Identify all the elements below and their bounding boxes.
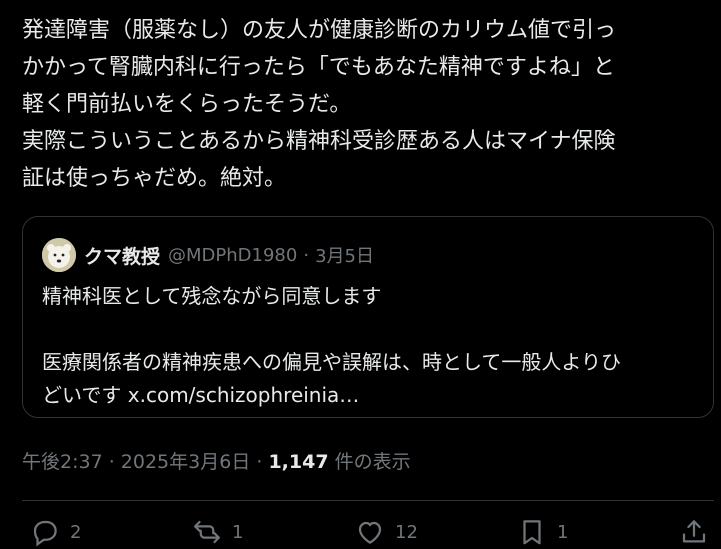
repost-icon xyxy=(194,520,220,544)
meta-separator: · xyxy=(303,244,310,266)
post-text-line: 実際こういうことあるから精神科受診歴ある人はマイナ保険 xyxy=(22,129,616,154)
repost-button[interactable]: 1 xyxy=(192,517,243,547)
views-label: 件の表示 xyxy=(328,451,411,473)
like-button[interactable]: 12 xyxy=(355,517,418,547)
views-count: 1,147 xyxy=(268,451,329,473)
share-icon xyxy=(682,520,706,543)
bookmark-count: 1 xyxy=(557,521,569,543)
post-text: 発達障害（服薬なし）の友人が健康診断のカリウム値で引っ かかって腎臓内科に行った… xyxy=(22,12,721,197)
post-time[interactable]: 午後2:37 xyxy=(22,451,103,473)
quoted-post-body: 精神科医として残念ながら同意します 医療関係者の精神疾患への偏見や誤解は、時とし… xyxy=(42,280,621,412)
post-text-line: 発達障害（服薬なし）の友人が健康診断のカリウム値で引っ xyxy=(22,18,617,43)
avatar[interactable] xyxy=(42,238,76,272)
reply-count: 2 xyxy=(70,521,82,543)
quoted-display-name[interactable]: クマ教授 xyxy=(84,242,160,269)
quoted-body-line: 医療関係者の精神疾患への偏見や誤解は、時として一般人よりひ xyxy=(42,350,621,374)
like-icon xyxy=(358,521,382,544)
post-date[interactable]: 2025年3月6日 xyxy=(121,451,251,473)
polar-bear-icon xyxy=(42,238,76,272)
quoted-body-line: どいです x.com/schizophreinia… xyxy=(42,379,621,412)
bookmark-button[interactable]: 1 xyxy=(517,517,568,547)
post-meta: 午後2:37 · 2025年3月6日 · 1,147 件の表示 xyxy=(22,447,411,474)
quoted-link[interactable]: x.com/schizophreinia… xyxy=(128,383,360,407)
divider xyxy=(22,500,714,501)
quoted-date[interactable]: 3月5日 xyxy=(315,242,374,268)
post-text-line: 証は使っちゃだめ。絶対。 xyxy=(22,166,287,191)
quoted-body-line: 精神科医として残念ながら同意します xyxy=(42,284,382,308)
post-text-line: 軽く門前払いをくらったそうだ。 xyxy=(22,92,352,117)
quoted-body-text: どいです xyxy=(42,383,128,407)
bookmark-icon xyxy=(523,520,541,545)
meta-separator: · xyxy=(250,451,269,473)
post-text-line: かかって腎臓内科に行ったら「でもあなた精神ですよね」と xyxy=(22,55,615,80)
reply-button[interactable]: 2 xyxy=(30,517,81,547)
action-bar: 2 1 12 1 xyxy=(0,517,721,549)
reply-icon xyxy=(33,520,57,547)
quoted-handle[interactable]: @MDPhD1980 xyxy=(168,245,297,266)
meta-separator: · xyxy=(102,451,121,473)
repost-count: 1 xyxy=(232,521,244,543)
like-count: 12 xyxy=(395,521,418,543)
quoted-post-header: クマ教授 @MDPhD1980 · 3月5日 xyxy=(42,238,374,272)
quoted-post[interactable]: クマ教授 @MDPhD1980 · 3月5日 精神科医として残念ながら同意します… xyxy=(22,216,714,418)
share-button[interactable] xyxy=(679,517,719,547)
